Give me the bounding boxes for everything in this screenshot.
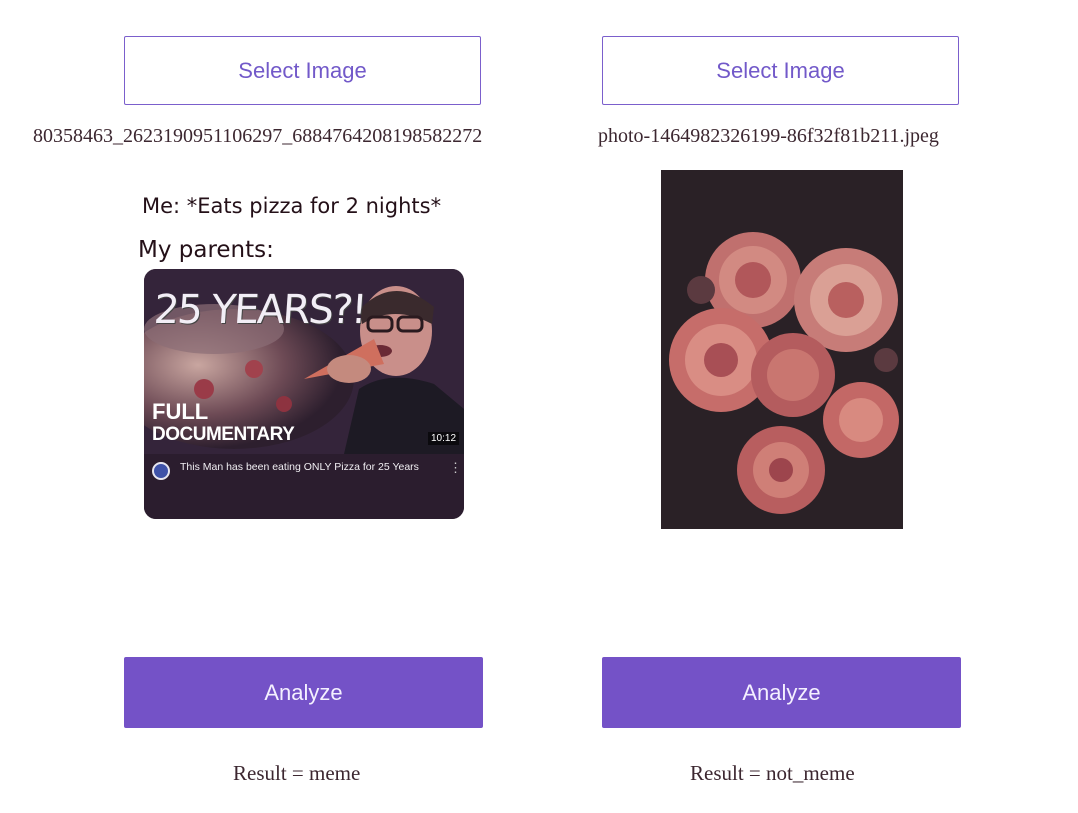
select-image-button[interactable]: Select Image <box>602 36 959 105</box>
meme-text-line2: My parents: <box>138 237 274 263</box>
filename-label: 80358463_2623190951106297_68847642081985… <box>33 125 483 147</box>
video-duration-badge: 10:12 <box>428 432 460 445</box>
video-caption-bar: This Man has been eating ONLY Pizza for … <box>144 454 464 519</box>
analyze-button[interactable]: Analyze <box>124 657 483 728</box>
filename-label: photo-1464982326199-86f32f81b211.jpeg <box>598 125 939 147</box>
thumbnail-title-line1: FULL <box>152 399 209 424</box>
right-panel: Select Image photo-1464982326199-86f32f8… <box>539 0 1078 813</box>
channel-avatar <box>152 462 170 480</box>
image-preview-meme: Me: *Eats pizza for 2 nights* My parents… <box>135 190 475 530</box>
roses-photo <box>661 170 903 529</box>
left-panel: Select Image 80358463_2623190951106297_6… <box>0 0 539 813</box>
thumbnail-title-line2: DOCUMENTARY <box>152 424 295 445</box>
select-image-button[interactable]: Select Image <box>124 36 481 105</box>
more-options-icon: ⋮ <box>449 460 462 475</box>
image-preview-roses <box>661 170 903 529</box>
video-caption-text: This Man has been eating ONLY Pizza for … <box>180 461 419 473</box>
meme-video-card: 25 YEARS?! FULL DOCUMENTARY 10:12 This M… <box>144 269 464 519</box>
result-label: Result = not_meme <box>690 761 855 785</box>
meme-text-line1: Me: *Eats pizza for 2 nights* <box>142 194 442 218</box>
analyze-button[interactable]: Analyze <box>602 657 961 728</box>
result-label: Result = meme <box>233 761 361 785</box>
thumbnail-overlay-text: 25 YEARS?! <box>152 287 367 333</box>
